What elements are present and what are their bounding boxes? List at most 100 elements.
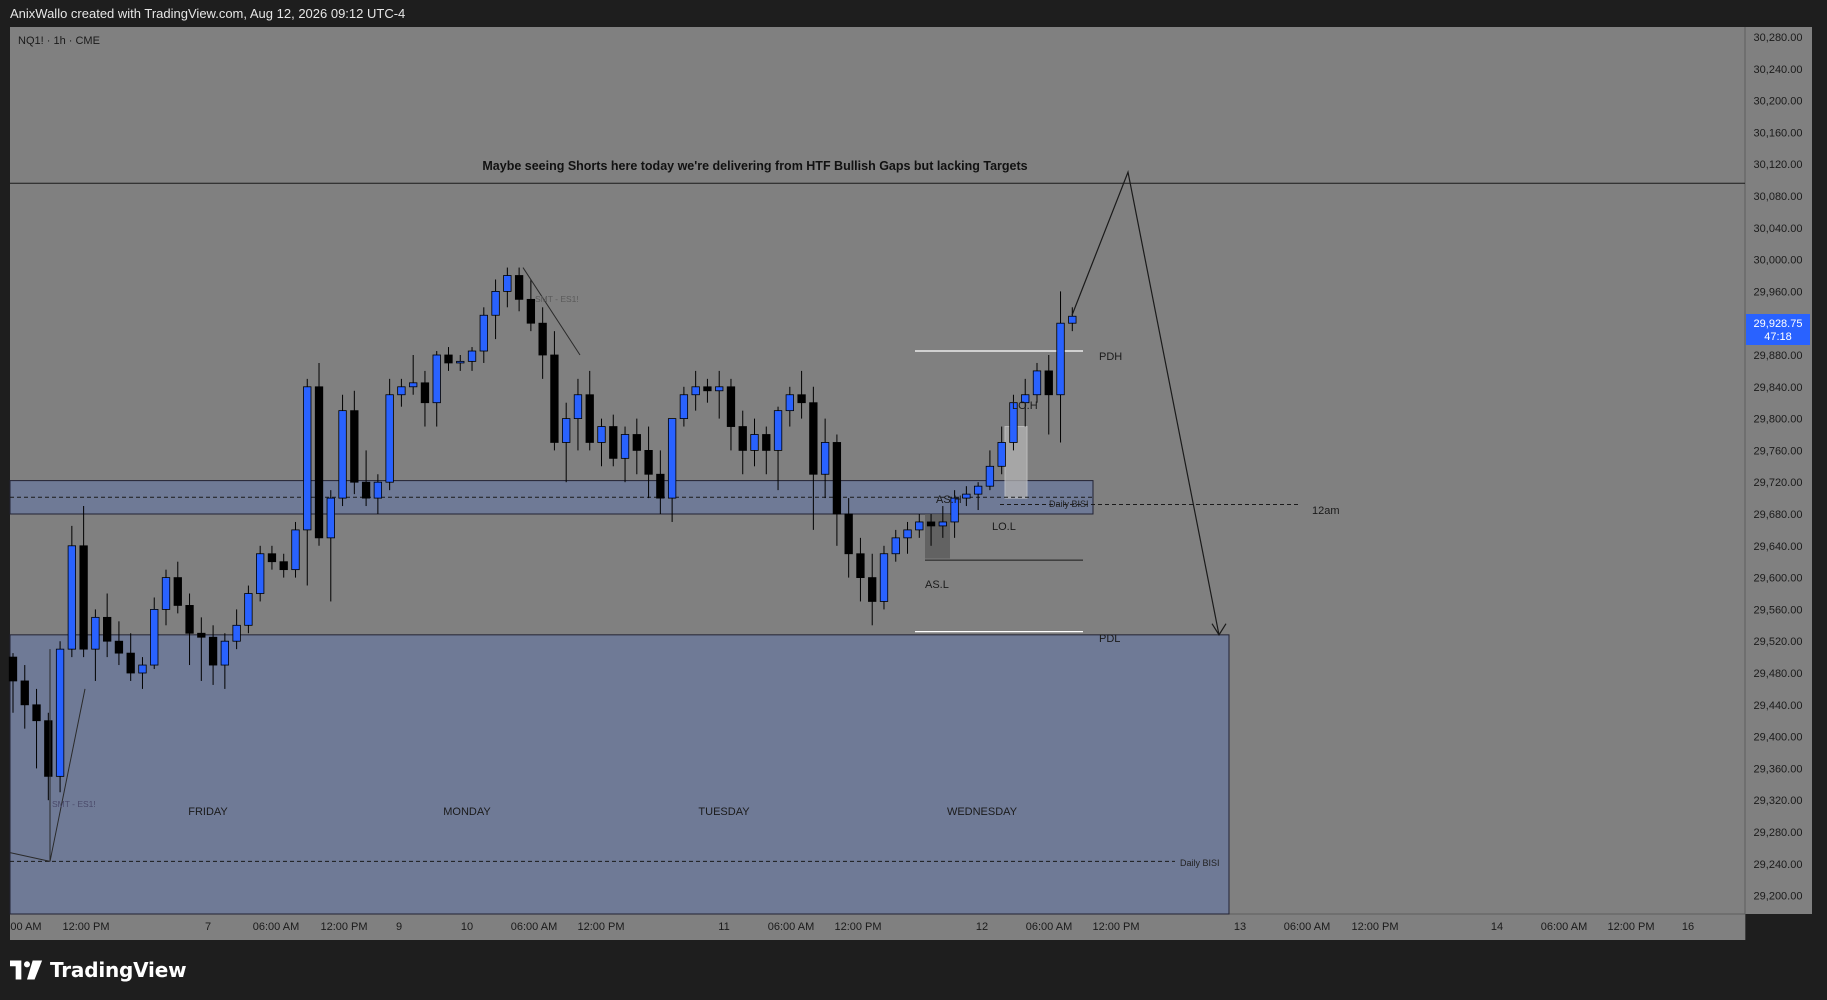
- y-tick-label: 29,480.00: [1754, 668, 1803, 680]
- pdh-label: PDH: [1099, 351, 1122, 363]
- candle-body: [467, 350, 477, 362]
- candle-body: [126, 652, 135, 674]
- candle-body: [503, 275, 512, 292]
- candle-body: [491, 290, 500, 316]
- candle: [314, 362, 324, 546]
- day-label: MONDAY: [443, 806, 491, 818]
- x-tick-label: 12:00 PM: [62, 921, 109, 933]
- candle-body: [291, 529, 300, 571]
- x-tick-label: 12:00 PM: [320, 921, 367, 933]
- candle-body: [444, 354, 453, 364]
- candle-body: [891, 537, 900, 555]
- y-tick-label: 30,200.00: [1754, 96, 1803, 108]
- chart-area[interactable]: 30,280.00 30,240.00 30,200.00 30,160.00 30,1…: [0, 27, 1827, 940]
- candle-body: [903, 529, 912, 539]
- day-label: WEDNESDAY: [947, 806, 1018, 818]
- x-tick-label: 12:00 PM: [1351, 921, 1398, 933]
- y-tick-label: 29,280.00: [1754, 827, 1803, 839]
- x-tick-label: 06:00 AM: [768, 921, 814, 933]
- candle-body: [1056, 322, 1065, 396]
- last-price-countdown: 47:18: [1764, 331, 1792, 343]
- candle-body: [844, 513, 853, 555]
- lo-l-label: LO.L: [992, 521, 1016, 533]
- candle-body: [267, 553, 277, 563]
- candle-body: [67, 545, 76, 650]
- candle-body: [1032, 370, 1042, 396]
- candle: [55, 641, 65, 793]
- last-price-value: 29,928.75: [1754, 318, 1803, 330]
- candle-body: [938, 521, 947, 527]
- y-tick-label: 29,640.00: [1754, 541, 1803, 553]
- y-tick-label: 29,400.00: [1754, 732, 1803, 744]
- candle: [67, 525, 76, 658]
- candle-body: [256, 553, 265, 594]
- candle-body: [385, 394, 394, 483]
- x-tick-label: 7: [205, 921, 211, 933]
- candle-body: [632, 434, 641, 451]
- tradingview-logo-icon: [10, 960, 43, 980]
- x-tick-label: 06:00 AM: [1541, 921, 1587, 933]
- zones-layer: [9, 426, 1230, 915]
- candle-body: [820, 442, 830, 475]
- x-tick-label: 06:00 AM: [1026, 921, 1072, 933]
- x-tick-label: 12: [976, 921, 988, 933]
- x-tick-label: 12:00 PM: [834, 921, 881, 933]
- candle-body: [91, 616, 100, 650]
- tradingview-logo-text: TradingView: [50, 958, 187, 982]
- candle-body: [750, 434, 759, 451]
- candle-body: [220, 640, 230, 666]
- candle-body: [326, 497, 335, 539]
- candle-body: [150, 609, 159, 666]
- day-label: FRIDAY: [188, 806, 228, 818]
- candle-body: [338, 410, 347, 499]
- candle-body: [962, 493, 971, 499]
- candle-body: [538, 322, 547, 356]
- candle-body: [514, 275, 524, 300]
- candle-body: [244, 593, 253, 626]
- candle-body: [208, 636, 218, 666]
- candle-body: [762, 434, 771, 451]
- x-tick-label: 06:00 AM: [511, 921, 557, 933]
- attribution-text: AnixWallo created with TradingView.com, …: [10, 6, 406, 21]
- x-tick-label: 12:00 PM: [1092, 921, 1139, 933]
- candle-body: [138, 664, 147, 674]
- pdl-label: PDL: [1099, 633, 1120, 645]
- candle-body: [985, 465, 995, 487]
- y-tick-label: 29,240.00: [1754, 859, 1803, 871]
- y-tick-label: 30,240.00: [1754, 64, 1803, 76]
- candlestick-chart[interactable]: 30,280.00 30,240.00 30,200.00 30,160.00 30,1…: [0, 27, 1827, 940]
- y-tick-label: 30,160.00: [1754, 127, 1803, 139]
- daily-bisi-upper-label: Daily BISI: [1049, 499, 1089, 509]
- daily-bisi-lower-label: Daily BISI: [1180, 858, 1220, 868]
- candle-body: [785, 394, 794, 412]
- candle-body: [114, 640, 124, 654]
- candle-body: [973, 485, 983, 495]
- candle-body: [420, 382, 430, 404]
- candle-body: [103, 616, 112, 642]
- tradingview-logo[interactable]: TradingView: [10, 958, 187, 982]
- as-h-label: AS.H: [936, 494, 962, 506]
- y-tick-label: 30,040.00: [1754, 223, 1803, 235]
- y-tick-label: 30,080.00: [1754, 191, 1803, 203]
- y-tick-label: 29,200.00: [1754, 891, 1803, 903]
- candle-body: [185, 605, 194, 634]
- x-tick-label: 14: [1491, 921, 1503, 933]
- y-tick-label: 29,440.00: [1754, 700, 1803, 712]
- y-tick-label: 29,800.00: [1754, 414, 1803, 426]
- daily-bisi-zone-lower: [9, 634, 1230, 915]
- candle-body: [397, 386, 406, 396]
- x-tick-label: 12:00 PM: [1607, 921, 1654, 933]
- y-tick-label: 29,520.00: [1754, 636, 1803, 648]
- candle-body: [173, 577, 182, 606]
- candle: [879, 545, 889, 610]
- y-tick-label: 29,680.00: [1754, 509, 1803, 521]
- x-tick-label: 11: [718, 921, 729, 933]
- candle-body: [620, 434, 630, 459]
- chart-annotation: Maybe seeing Shorts here today we're del…: [482, 159, 1027, 173]
- x-tick-label: 06:00 AM: [253, 921, 299, 933]
- candle-body: [20, 680, 29, 706]
- candle-body: [997, 442, 1006, 467]
- candle-body: [279, 561, 288, 571]
- candle-body: [1044, 370, 1053, 396]
- candle-body: [879, 553, 889, 602]
